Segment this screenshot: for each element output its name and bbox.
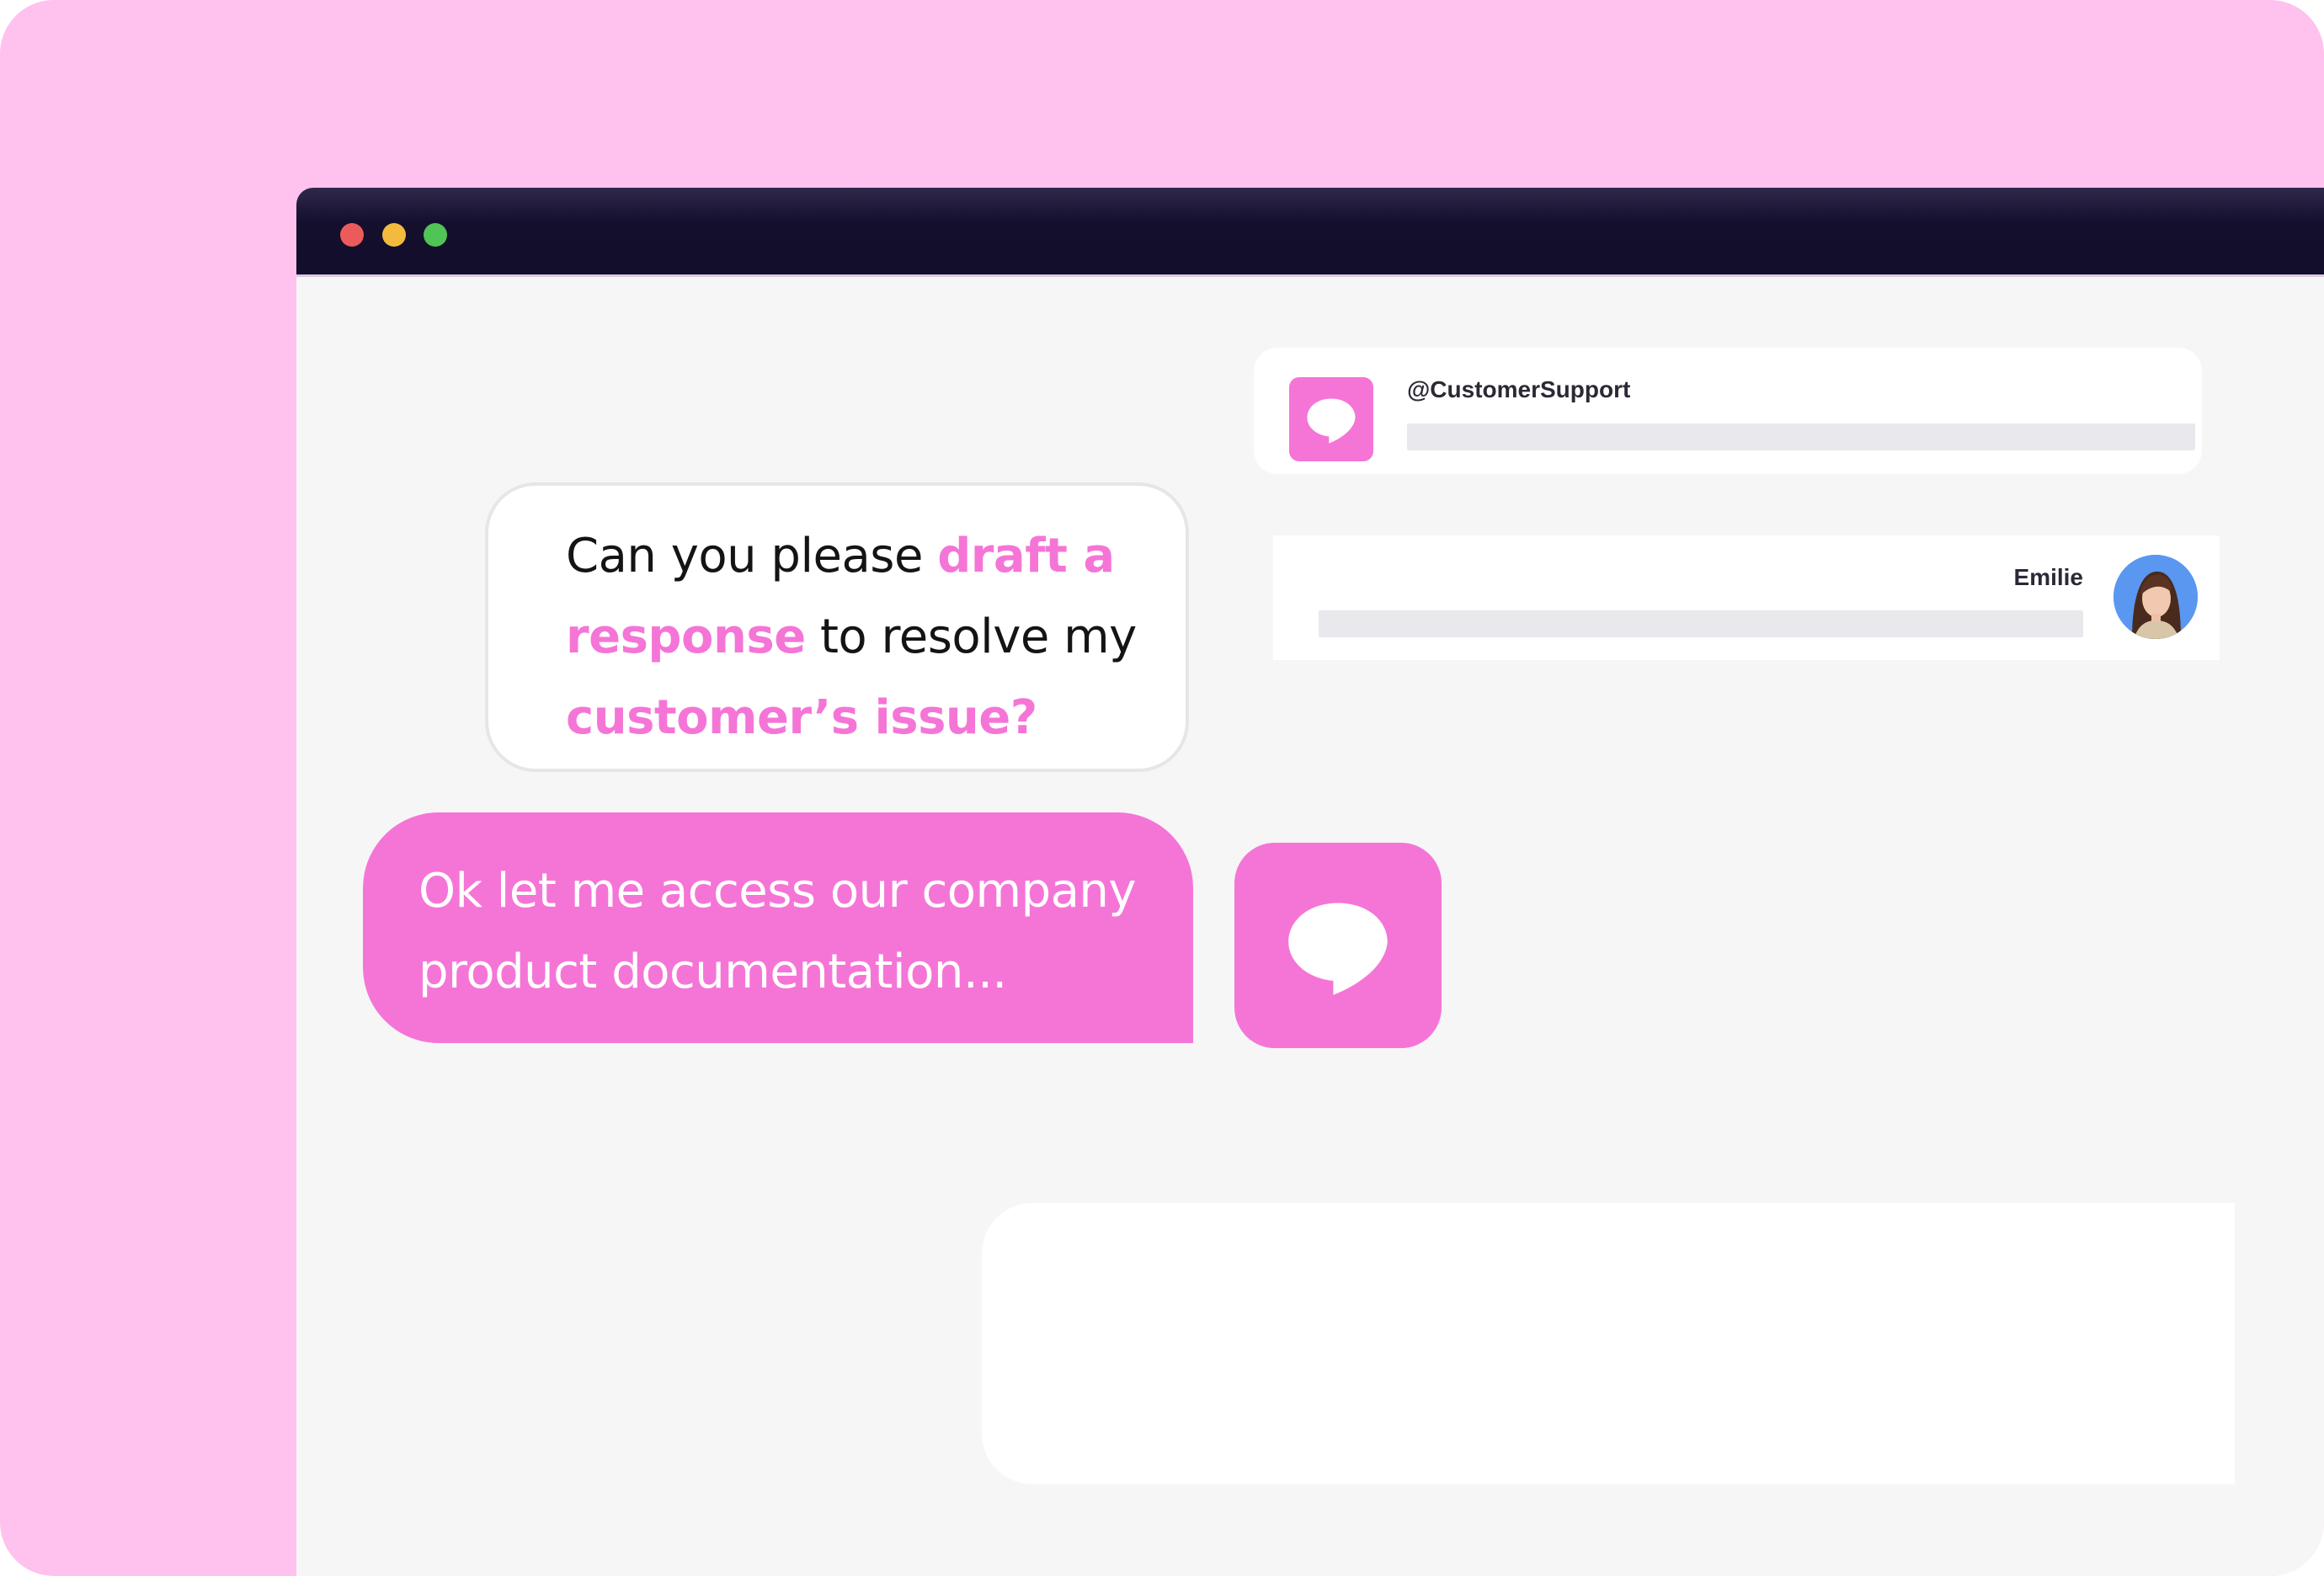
chat-app-icon	[1289, 377, 1373, 461]
minimize-window-button[interactable]	[382, 223, 406, 247]
emilie-message-card[interactable]: Emilie	[1273, 535, 2220, 660]
message-highlight-segment: customer’s issue?	[566, 690, 1037, 745]
sender-name: Emilie	[2013, 564, 2083, 590]
chat-bubble-icon	[1307, 398, 1356, 444]
user-message-text: Can you please draft a response to resol…	[566, 516, 1155, 759]
customer-support-card[interactable]: @CustomerSupport	[1254, 348, 2202, 474]
message-placeholder-bar	[1407, 423, 2195, 450]
compose-panel[interactable]	[982, 1203, 2235, 1484]
window-titlebar	[296, 188, 2324, 277]
browser-window: @CustomerSupport Emilie Can you please d…	[296, 188, 2324, 1576]
user-avatar-image	[2113, 555, 2198, 639]
assistant-app-icon	[1234, 843, 1442, 1048]
support-handle: @CustomerSupport	[1407, 376, 1631, 402]
maximize-window-button[interactable]	[424, 223, 447, 247]
message-text-segment: to resolve my	[805, 610, 1137, 664]
user-message-bubble: Can you please draft a response to resol…	[485, 482, 1189, 772]
message-placeholder-bar	[1319, 610, 2083, 637]
avatar	[2113, 555, 2198, 639]
assistant-message-bubble: Ok let me access our company product doc…	[363, 812, 1193, 1043]
message-text-segment: Can you please	[566, 529, 938, 583]
close-window-button[interactable]	[340, 223, 364, 247]
chat-bubble-icon	[1288, 902, 1388, 995]
assistant-message-text: Ok let me access our company product doc…	[418, 864, 1137, 999]
app-frame: @CustomerSupport Emilie Can you please d…	[0, 0, 2324, 1576]
